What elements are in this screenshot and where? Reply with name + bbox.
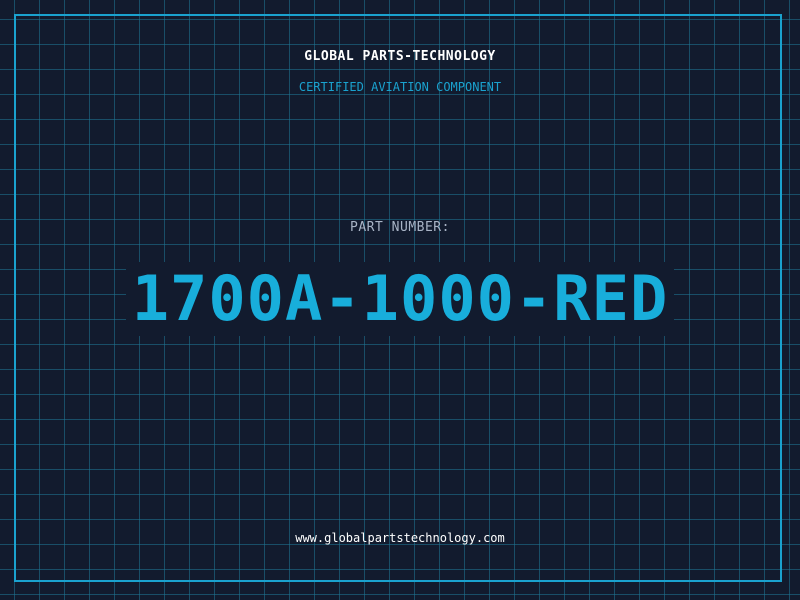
part-number-value: 1700A-1000-RED: [125, 262, 675, 336]
website-url: www.globalpartstechnology.com: [295, 531, 505, 545]
part-label-card: GLOBAL PARTS-TECHNOLOGY CERTIFIED AVIATI…: [0, 0, 800, 600]
brand-tagline: CERTIFIED AVIATION COMPONENT: [298, 80, 502, 94]
part-number-label: PART NUMBER:: [350, 220, 450, 235]
brand-name: GLOBAL PARTS-TECHNOLOGY: [304, 49, 496, 64]
part-number-container: 1700A-1000-RED: [0, 262, 800, 336]
